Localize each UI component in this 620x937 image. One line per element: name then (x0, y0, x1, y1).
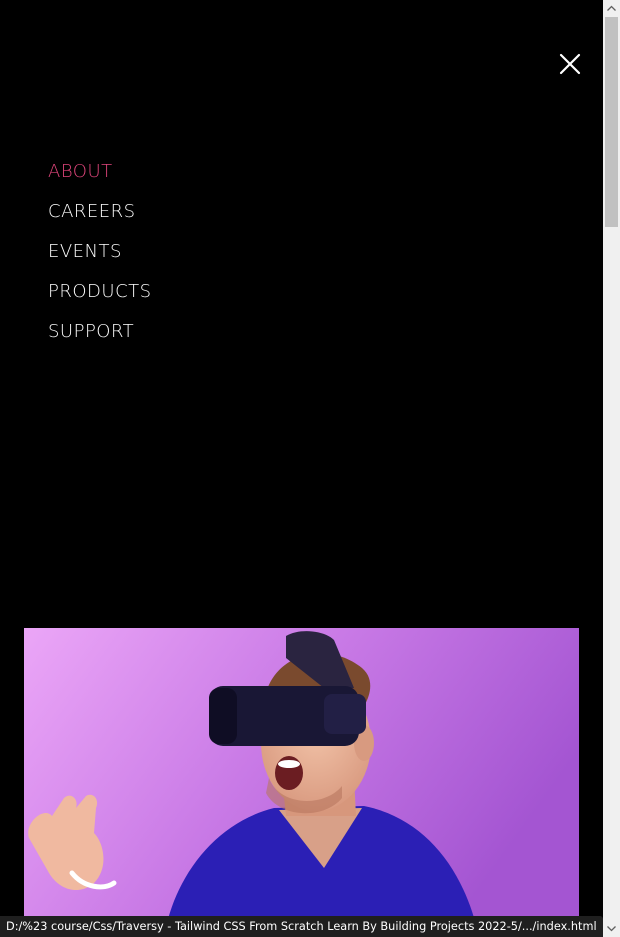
scroll-up-icon[interactable] (603, 0, 620, 17)
nav-item-careers[interactable]: CAREERS (48, 196, 152, 236)
scroll-down-icon[interactable] (603, 920, 620, 937)
nav-item-about[interactable]: ABOUT (48, 156, 152, 196)
hero-image (24, 628, 579, 937)
nav-item-products[interactable]: PRODUCTS (48, 276, 152, 316)
page: ABOUT CAREERS EVENTS PRODUCTS SUPPORT D:… (0, 0, 620, 937)
status-bar-url: D:/%23 course/Css/Traversy - Tailwind CS… (0, 916, 603, 937)
mobile-nav-list: ABOUT CAREERS EVENTS PRODUCTS SUPPORT (48, 156, 152, 356)
scroll-thumb[interactable] (605, 17, 618, 227)
nav-item-events[interactable]: EVENTS (48, 236, 152, 276)
vertical-scrollbar[interactable] (603, 0, 620, 937)
close-icon (559, 53, 581, 75)
mobile-menu-overlay: ABOUT CAREERS EVENTS PRODUCTS SUPPORT (0, 0, 603, 600)
close-menu-button[interactable] (556, 50, 584, 78)
nav-item-support[interactable]: SUPPORT (48, 316, 152, 356)
vr-headset-person-image (24, 628, 579, 937)
